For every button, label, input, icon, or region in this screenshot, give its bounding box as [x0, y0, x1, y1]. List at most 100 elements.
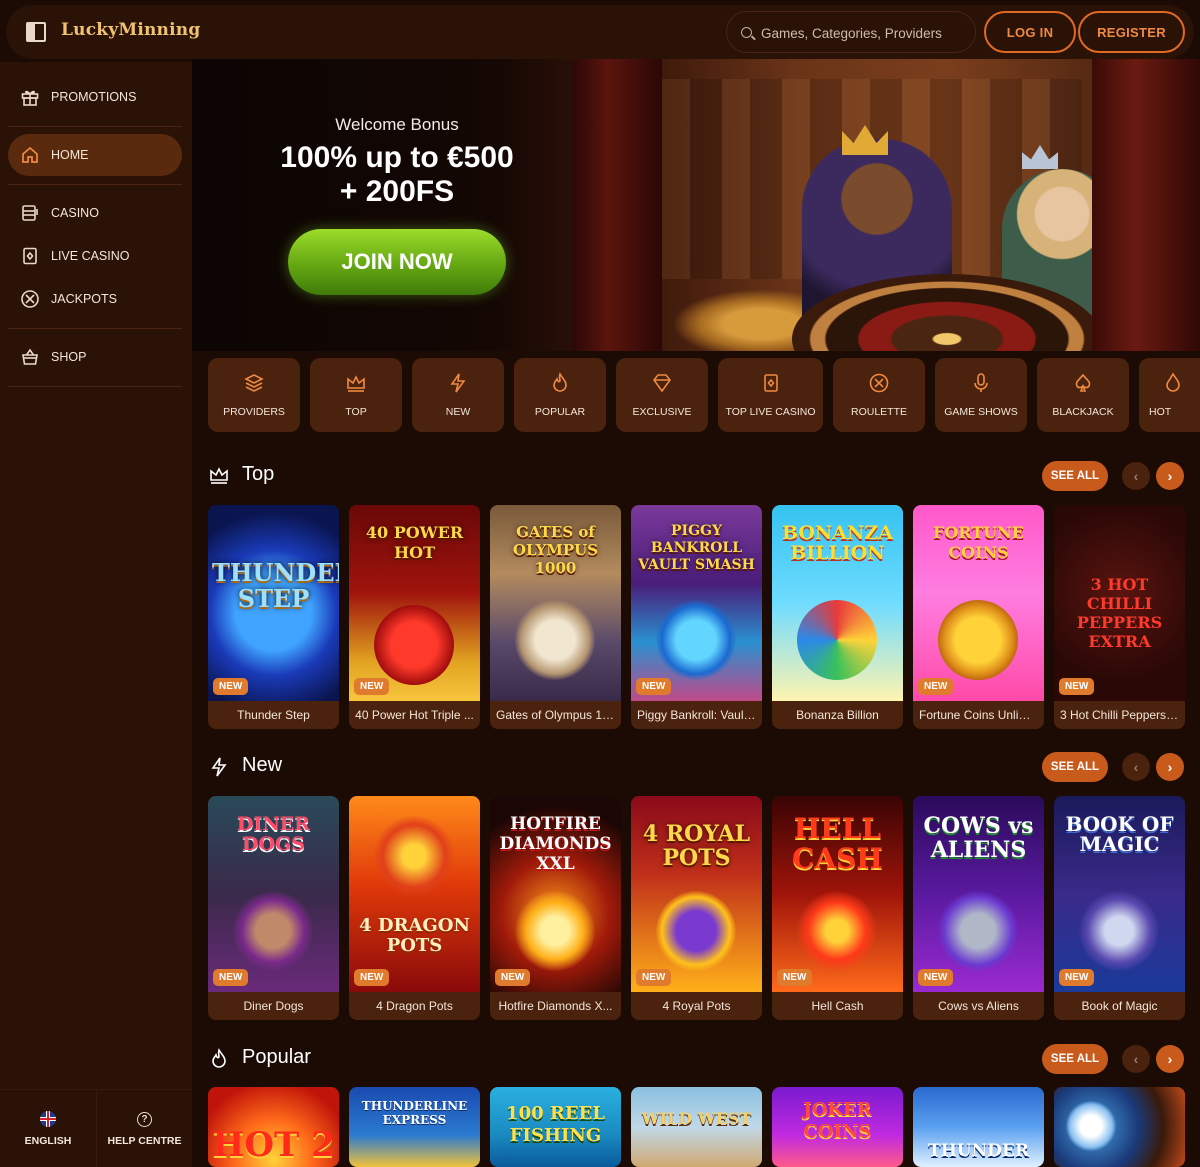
game-thumbnail: 40 POWER HOT	[349, 505, 480, 701]
see-all-button[interactable]: SEE ALL	[1042, 752, 1108, 782]
chevron-left-icon[interactable]: ‹	[1122, 753, 1150, 781]
wizard-figure	[1079, 891, 1159, 971]
help-centre-link[interactable]: ? HELP CENTRE	[96, 1090, 192, 1167]
card-icon	[20, 246, 40, 266]
search-input[interactable]	[761, 22, 971, 44]
new-badge: NEW	[354, 969, 390, 986]
category-game-shows[interactable]: GAME SHOWS	[935, 358, 1027, 432]
register-button[interactable]: REGISTER	[1078, 11, 1185, 53]
spade-icon	[1075, 373, 1091, 392]
sidebar-item-jackpots[interactable]: JACKPOTS	[8, 278, 182, 320]
login-button[interactable]: LOG IN	[984, 11, 1076, 53]
language-selector[interactable]: ENGLISH	[0, 1090, 96, 1167]
game-card[interactable]: PIGGY BANKROLL VAULT SMASH NEW Piggy Ban…	[631, 505, 762, 729]
site-logo[interactable]: LuckyMinning	[61, 20, 200, 40]
category-blackjack[interactable]: BLACKJACK	[1037, 358, 1129, 432]
category-popular[interactable]: POPULAR	[514, 358, 606, 432]
new-badge: NEW	[918, 969, 954, 986]
chevron-left-icon[interactable]: ‹	[1122, 1045, 1150, 1073]
game-card[interactable]: BOOK OF MAGIC NEW Book of Magic	[1054, 796, 1185, 1020]
candy-wheel-icon	[797, 600, 877, 680]
game-card[interactable]: GATES of OLYMPUS 1000 Gates of Olympus 1…	[490, 505, 621, 729]
category-top-live-casino[interactable]: TOP LIVE CASINO	[718, 358, 823, 432]
game-name: Thunder Step	[237, 708, 310, 722]
game-card[interactable]	[1054, 1087, 1185, 1167]
game-card[interactable]: THUNDER STEP NEW Thunder Step	[208, 505, 339, 729]
sidebar-item-promotions[interactable]: PROMOTIONS	[8, 76, 182, 118]
gold-coin-icon	[938, 600, 1018, 680]
game-card[interactable]: 4 ROYAL POTS NEW 4 Royal Pots	[631, 796, 762, 1020]
flame-icon	[212, 1048, 226, 1068]
game-thumbnail: 100 REEL FISHING	[490, 1087, 621, 1167]
new-badge: NEW	[777, 969, 813, 986]
section-title: Top	[242, 463, 275, 485]
sidebar-item-shop[interactable]: SHOP	[8, 336, 182, 378]
lightning-icon	[211, 757, 227, 777]
sidebar-item-casino[interactable]: CASINO	[8, 192, 182, 234]
chevron-right-icon[interactable]: ›	[1156, 1045, 1184, 1073]
banner-title-line1: 100% up to €500	[280, 141, 514, 174]
category-hot[interactable]: HOT	[1139, 358, 1200, 432]
game-card[interactable]: 100 REEL FISHING	[490, 1087, 621, 1167]
category-label: GAME SHOWS	[944, 406, 1018, 418]
basket-icon	[20, 347, 40, 367]
game-thumbnail: THUNDER STEP	[208, 505, 339, 701]
category-label: POPULAR	[534, 406, 586, 418]
see-all-button[interactable]: SEE ALL	[1042, 1044, 1108, 1074]
category-new[interactable]: NEW	[412, 358, 504, 432]
welcome-banner[interactable]: Welcome Bonus 100% up to €500 + 200FS JO…	[192, 59, 1200, 351]
roulette-icon	[869, 373, 889, 393]
help-icon: ?	[137, 1111, 152, 1127]
sidebar-toggle-icon[interactable]	[26, 22, 46, 42]
game-art-title: THUNDER STEP	[212, 558, 339, 613]
game-card[interactable]: THUNDERLINE EXPRESS	[349, 1087, 480, 1167]
category-top[interactable]: TOP	[310, 358, 402, 432]
game-card[interactable]: HOTFIRE DIAMONDS XXL NEW Hotfire Diamond…	[490, 796, 621, 1020]
category-providers[interactable]: PROVIDERS	[208, 358, 300, 432]
chevron-right-icon[interactable]: ›	[1156, 753, 1184, 781]
see-all-button[interactable]: SEE ALL	[1042, 461, 1108, 491]
crown-icon	[210, 467, 228, 484]
hot-icon	[1166, 372, 1180, 392]
game-card[interactable]: HOT 2	[208, 1087, 339, 1167]
join-now-button[interactable]: JOIN NOW	[288, 229, 506, 295]
game-card[interactable]: 4 DRAGON POTS NEW 4 Dragon Pots	[349, 796, 480, 1020]
game-thumbnail: 4 DRAGON POTS	[349, 796, 480, 992]
chevron-right-icon[interactable]: ›	[1156, 462, 1184, 490]
diamond-icon	[652, 374, 672, 393]
game-thumbnail: PIGGY BANKROLL VAULT SMASH	[631, 505, 762, 701]
game-card[interactable]: COWS vs ALIENS NEW Cows vs Aliens	[913, 796, 1044, 1020]
sidebar-footer: ENGLISH ? HELP CENTRE	[0, 1089, 192, 1167]
game-card[interactable]: DINER DOGS NEW Diner Dogs	[208, 796, 339, 1020]
game-card[interactable]: FORTUNE COINS NEW Fortune Coins Unlim...	[913, 505, 1044, 729]
category-exclusive[interactable]: EXCLUSIVE	[616, 358, 708, 432]
sidebar-item-live-casino[interactable]: LIVE CASINO	[8, 235, 182, 277]
category-roulette[interactable]: ROULETTE	[833, 358, 925, 432]
sidebar-divider	[8, 386, 182, 387]
game-art-title: 4 ROYAL POTS	[642, 821, 751, 871]
sidebar-item-home[interactable]: HOME	[8, 134, 182, 176]
section-new-header: New SEE ALL ‹ ›	[208, 752, 1188, 782]
game-card[interactable]: HELL CASH NEW Hell Cash	[772, 796, 903, 1020]
top-header: LuckyMinning LOG IN REGISTER	[6, 5, 1194, 59]
gift-icon	[20, 87, 40, 107]
game-art-title: COWS vs ALIENS	[923, 813, 1034, 863]
game-name: 4 Dragon Pots	[376, 999, 453, 1013]
category-label: EXCLUSIVE	[632, 406, 692, 418]
game-card[interactable]: 3 HOT CHILLI PEPPERS EXTRA NEW 3 Hot Chi…	[1054, 505, 1185, 729]
new-badge: NEW	[918, 678, 954, 695]
game-card[interactable]: WILD WEST	[631, 1087, 762, 1167]
game-art-title: THUNDERLINE EXPRESS	[361, 1099, 468, 1127]
game-name: Fortune Coins Unlim...	[919, 708, 1039, 722]
category-label: ROULETTE	[850, 406, 907, 418]
eagle-figure	[1066, 1101, 1116, 1151]
chevron-left-icon[interactable]: ‹	[1122, 462, 1150, 490]
game-card[interactable]: BONANZA BILLION Bonanza Billion	[772, 505, 903, 729]
game-card[interactable]: 40 POWER HOT NEW 40 Power Hot Triple ...	[349, 505, 480, 729]
game-thumbnail: HOTFIRE DIAMONDS XXL	[490, 796, 621, 992]
search-box[interactable]	[726, 11, 976, 53]
game-name: 40 Power Hot Triple ...	[355, 708, 474, 722]
game-card[interactable]: THUNDER	[913, 1087, 1044, 1167]
game-thumbnail	[1054, 1087, 1185, 1167]
game-card[interactable]: JOKER COINS	[772, 1087, 903, 1167]
